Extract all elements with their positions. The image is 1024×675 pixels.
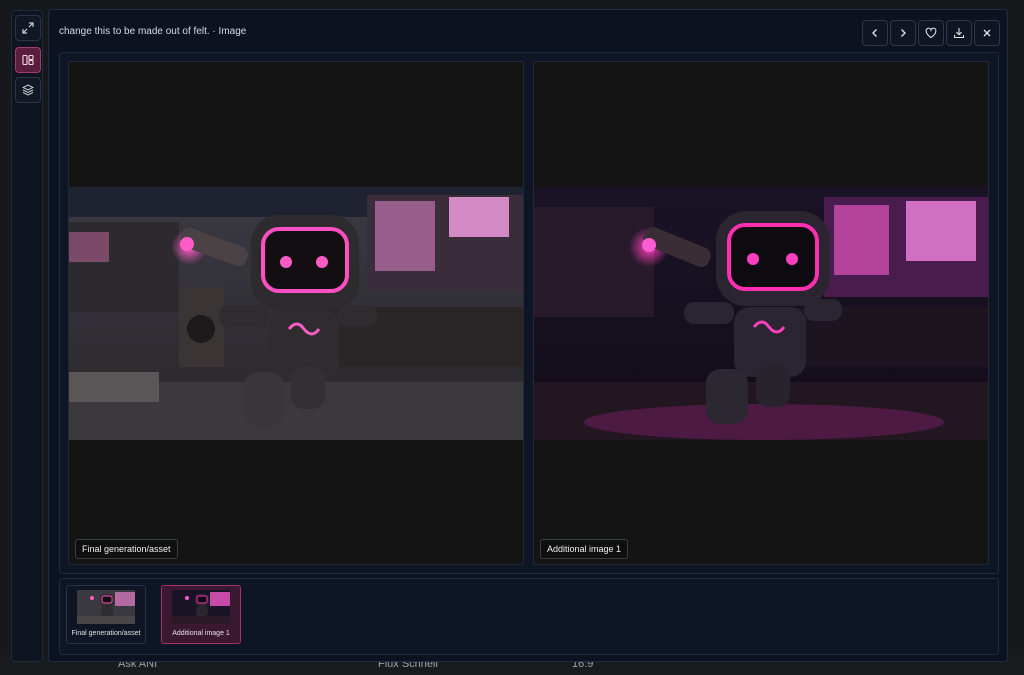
thumbnail-label: Additional image 1 bbox=[172, 630, 230, 637]
image-panel-additional: Additional image 1 bbox=[533, 61, 989, 565]
split-view-icon bbox=[22, 54, 34, 66]
split-view-button[interactable] bbox=[15, 47, 41, 73]
layers-icon bbox=[22, 84, 34, 96]
download-icon bbox=[953, 28, 965, 39]
next-button[interactable] bbox=[890, 20, 916, 46]
layers-button[interactable] bbox=[15, 77, 41, 103]
previous-button[interactable] bbox=[862, 20, 888, 46]
modal-title: change this to be made out of felt. · Im… bbox=[59, 26, 247, 37]
heart-icon bbox=[925, 27, 937, 39]
thumbnail-image bbox=[77, 590, 135, 624]
panel-caption: Final generation/asset bbox=[75, 539, 178, 559]
image-panel-final: Final generation/asset bbox=[68, 61, 524, 565]
favorite-button[interactable] bbox=[918, 20, 944, 46]
expand-icon bbox=[22, 22, 34, 34]
close-button[interactable] bbox=[974, 20, 1000, 46]
thumbnail-label: Final generation/asset bbox=[71, 630, 141, 637]
felt-robot-image[interactable] bbox=[69, 187, 523, 440]
expand-button[interactable] bbox=[15, 15, 41, 41]
thumbnail-strip: Final generation/asset Additional image … bbox=[59, 578, 999, 655]
thumbnail-image bbox=[172, 590, 230, 624]
image-comparison-area: Final generation/asset Additional image … bbox=[59, 52, 999, 574]
thumbnail-final[interactable]: Final generation/asset bbox=[66, 585, 146, 644]
close-icon bbox=[983, 29, 991, 37]
chevron-right-icon bbox=[901, 29, 906, 37]
neon-robot-image[interactable] bbox=[534, 187, 988, 440]
panel-caption: Additional image 1 bbox=[540, 539, 629, 559]
download-button[interactable] bbox=[946, 20, 972, 46]
left-toolbar bbox=[11, 10, 43, 662]
chevron-left-icon bbox=[872, 29, 877, 37]
image-viewer-modal: change this to be made out of felt. · Im… bbox=[48, 9, 1008, 662]
thumbnail-additional[interactable]: Additional image 1 bbox=[161, 585, 241, 644]
